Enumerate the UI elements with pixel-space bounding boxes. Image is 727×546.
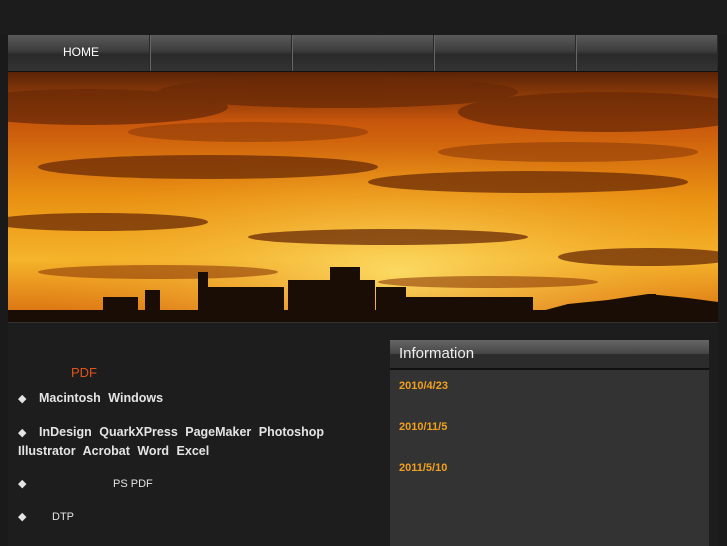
nav-item-3[interactable] xyxy=(292,35,434,71)
hero-sunset-image xyxy=(8,72,718,322)
feature-item-text: InDesign QuarkXPress PageMaker Photoshop… xyxy=(18,425,324,458)
main-navigation: HOME xyxy=(8,35,718,72)
top-bar xyxy=(0,0,727,35)
diamond-bullet-icon: ◆ xyxy=(18,393,27,405)
content-area: PDF ◆ Macintosh Windows ◆ InDesign QuarkXP… xyxy=(8,322,718,546)
information-title: Information xyxy=(390,340,709,370)
feature-item-text: PS PDF xyxy=(113,478,153,490)
nav-item-5[interactable] xyxy=(576,35,718,71)
diamond-bullet-icon: ◆ xyxy=(18,478,27,490)
diamond-bullet-icon: ◆ xyxy=(18,511,27,523)
information-panel: Information 2010/4/23 2010/11/5 2011/5/1… xyxy=(390,340,709,546)
feature-item-text: DTP xyxy=(52,511,74,523)
feature-item: ◆ InDesign QuarkXPress PageMaker Photosho… xyxy=(18,423,348,460)
feature-item: ◆ DTP xyxy=(18,508,348,526)
nav-item-2[interactable] xyxy=(150,35,292,71)
feature-item: ◆ PS PDF xyxy=(18,475,348,493)
information-date-link[interactable]: 2011/5/10 xyxy=(399,462,447,474)
information-date-link[interactable]: 2010/11/5 xyxy=(399,421,447,433)
pdf-link[interactable]: PDF xyxy=(71,365,97,380)
nav-item-4[interactable] xyxy=(434,35,576,71)
feature-item-text: Macintosh Windows xyxy=(39,391,164,405)
diamond-bullet-icon: ◆ xyxy=(18,427,27,439)
information-date-link[interactable]: 2010/4/23 xyxy=(399,380,448,392)
nav-item-home[interactable]: HOME xyxy=(8,35,150,71)
feature-item: ◆ Macintosh Windows xyxy=(18,389,348,408)
